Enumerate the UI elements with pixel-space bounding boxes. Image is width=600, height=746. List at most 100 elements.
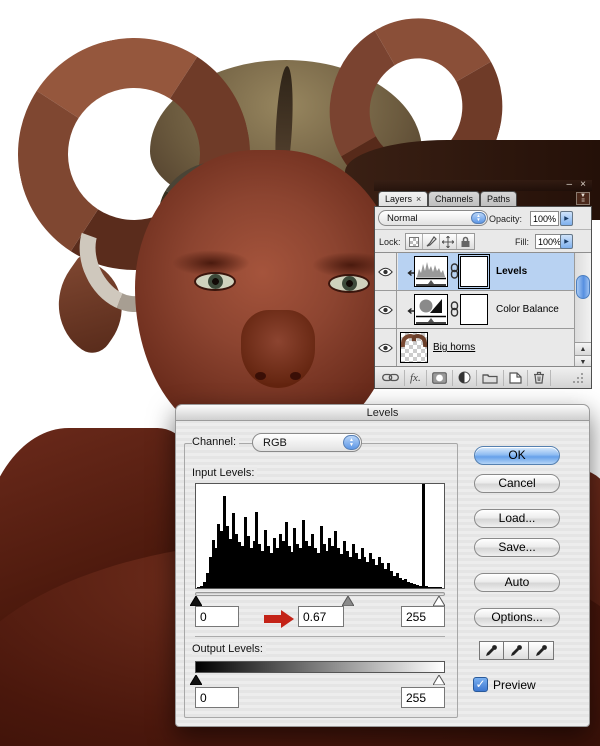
midtone-input-slider[interactable] [342, 596, 354, 606]
new-layer-button[interactable] [504, 369, 528, 386]
options-button[interactable]: Options... [474, 608, 560, 627]
load-button[interactable]: Load... [474, 509, 560, 528]
black-point-eyedropper-button[interactable] [479, 641, 504, 660]
layer-visibility-eye[interactable] [375, 253, 397, 290]
fx-icon: fx. [410, 371, 421, 384]
eyedropper-buttons [479, 641, 554, 660]
new-group-button[interactable] [477, 369, 504, 386]
input-midtone-field[interactable] [298, 606, 344, 627]
eyedropper-icon [486, 645, 497, 656]
eyedropper-icon [510, 645, 522, 656]
output-highlight-field[interactable] [401, 687, 445, 708]
tab-paths[interactable]: Paths [480, 191, 518, 206]
white-point-eyedropper-button[interactable] [529, 641, 554, 660]
big-horns-layer-thumbnail[interactable] [400, 332, 428, 363]
panel-tabs: Layers × Channels Paths ▼ ≡ [374, 191, 592, 206]
demon-face [135, 150, 400, 442]
folder-icon [482, 373, 498, 384]
delete-layer-button[interactable] [528, 369, 551, 386]
layer-mask-thumbnail[interactable] [460, 294, 488, 325]
histogram-bars [197, 484, 443, 588]
lock-row: Lock: Fill: ▶ [375, 230, 591, 253]
right-eye [328, 274, 370, 293]
channel-label: Channel: [192, 436, 240, 448]
adjustment-layer-icon [458, 371, 471, 384]
add-layer-mask-button[interactable] [427, 369, 453, 386]
eye-icon [378, 305, 393, 314]
layer-row-main[interactable]: Color Balance [398, 291, 574, 328]
layer-name[interactable]: Color Balance [496, 304, 559, 315]
levels-histogram-icon [416, 262, 446, 286]
opacity-label: Opacity: [489, 214, 523, 224]
mask-link-icon [450, 301, 459, 317]
layers-panel: – × Layers × Channels Paths ▼ ≡ Normal ▲ ▼ [374, 180, 592, 389]
lock-pixels-button[interactable] [423, 234, 440, 249]
layer-name[interactable]: Big horns [433, 342, 475, 353]
input-shadow-field[interactable] [195, 606, 239, 627]
close-icon[interactable]: × [580, 180, 586, 190]
new-adjustment-layer-button[interactable] [453, 369, 477, 386]
layers-list: Levels Color Balance Big horns [375, 253, 574, 368]
layer-row-levels[interactable]: Levels [375, 253, 574, 291]
channel-value: RGB [263, 436, 287, 449]
preview-checkbox[interactable]: ✓ [473, 677, 488, 692]
scroll-up-button[interactable]: ▲ [575, 342, 591, 355]
opacity-slider-button[interactable]: ▶ [560, 211, 573, 226]
output-shadow-field[interactable] [195, 687, 239, 708]
tab-close-icon[interactable]: × [416, 194, 421, 204]
opacity-input[interactable] [530, 211, 559, 226]
red-callout-arrow-icon [264, 610, 294, 628]
brush-icon [426, 236, 437, 247]
panel-titlebar[interactable]: – × [374, 180, 592, 191]
shadow-output-slider[interactable] [190, 675, 202, 685]
lock-all-button[interactable] [457, 234, 474, 249]
layer-row-main[interactable]: Big horns [398, 329, 574, 366]
trash-icon [533, 371, 544, 384]
minimize-icon[interactable]: – [566, 180, 572, 190]
cancel-button[interactable]: Cancel [474, 474, 560, 493]
levels-adjustment-thumbnail[interactable] [414, 256, 448, 287]
layer-name[interactable]: Levels [496, 266, 527, 277]
layers-scrollbar[interactable]: ▲ ▼ [574, 253, 591, 368]
demon-nose [241, 310, 315, 388]
layer-mask-thumbnail[interactable] [458, 254, 490, 289]
highlight-output-slider[interactable] [433, 675, 445, 685]
blend-mode-select[interactable]: Normal ▲ ▼ [378, 210, 488, 226]
fill-slider-button[interactable]: ▶ [560, 234, 573, 249]
layer-row-big-horns[interactable]: Big horns [375, 329, 574, 367]
horns-thumbnail-art [401, 333, 427, 348]
layer-visibility-eye[interactable] [375, 329, 397, 366]
color-balance-adjustment-thumbnail[interactable] [414, 294, 448, 325]
ok-button[interactable]: OK [474, 446, 560, 465]
preview-label: Preview [493, 677, 536, 692]
lock-position-button[interactable] [440, 234, 457, 249]
input-highlight-field[interactable] [401, 606, 445, 627]
input-levels-label: Input Levels: [192, 467, 258, 479]
auto-button[interactable]: Auto [474, 573, 560, 592]
layer-row-main[interactable]: Levels [398, 253, 574, 290]
channel-select[interactable]: RGB ▲ ▼ [252, 433, 362, 452]
lock-transparency-button[interactable] [406, 234, 423, 249]
tab-layers[interactable]: Layers × [378, 191, 429, 206]
histogram [195, 483, 445, 589]
layer-style-button[interactable]: fx. [405, 369, 427, 386]
save-button[interactable]: Save... [474, 538, 560, 557]
link-layers-button[interactable] [377, 369, 405, 386]
scrollbar-thumb[interactable] [576, 275, 590, 299]
layer-visibility-eye[interactable] [375, 291, 397, 328]
new-layer-icon [509, 371, 522, 384]
output-gradient-bar[interactable] [195, 661, 445, 673]
padlock-icon [461, 236, 470, 247]
highlight-input-slider[interactable] [433, 596, 445, 606]
tab-channels[interactable]: Channels [428, 191, 481, 206]
blend-mode-row: Normal ▲▼ Opacity: ▶ [375, 207, 591, 230]
input-slider-track[interactable] [195, 592, 445, 596]
layer-mask-icon [431, 371, 447, 384]
gray-point-eyedropper-button[interactable] [504, 641, 529, 660]
layer-row-color-balance[interactable]: Color Balance [375, 291, 574, 329]
dialog-title[interactable]: Levels [176, 405, 589, 421]
panel-menu-icon[interactable]: ▼ ≡ [576, 192, 590, 205]
right-nostril [290, 372, 301, 380]
shadow-input-slider[interactable] [190, 596, 202, 606]
panel-resize-grip[interactable] [568, 370, 589, 386]
